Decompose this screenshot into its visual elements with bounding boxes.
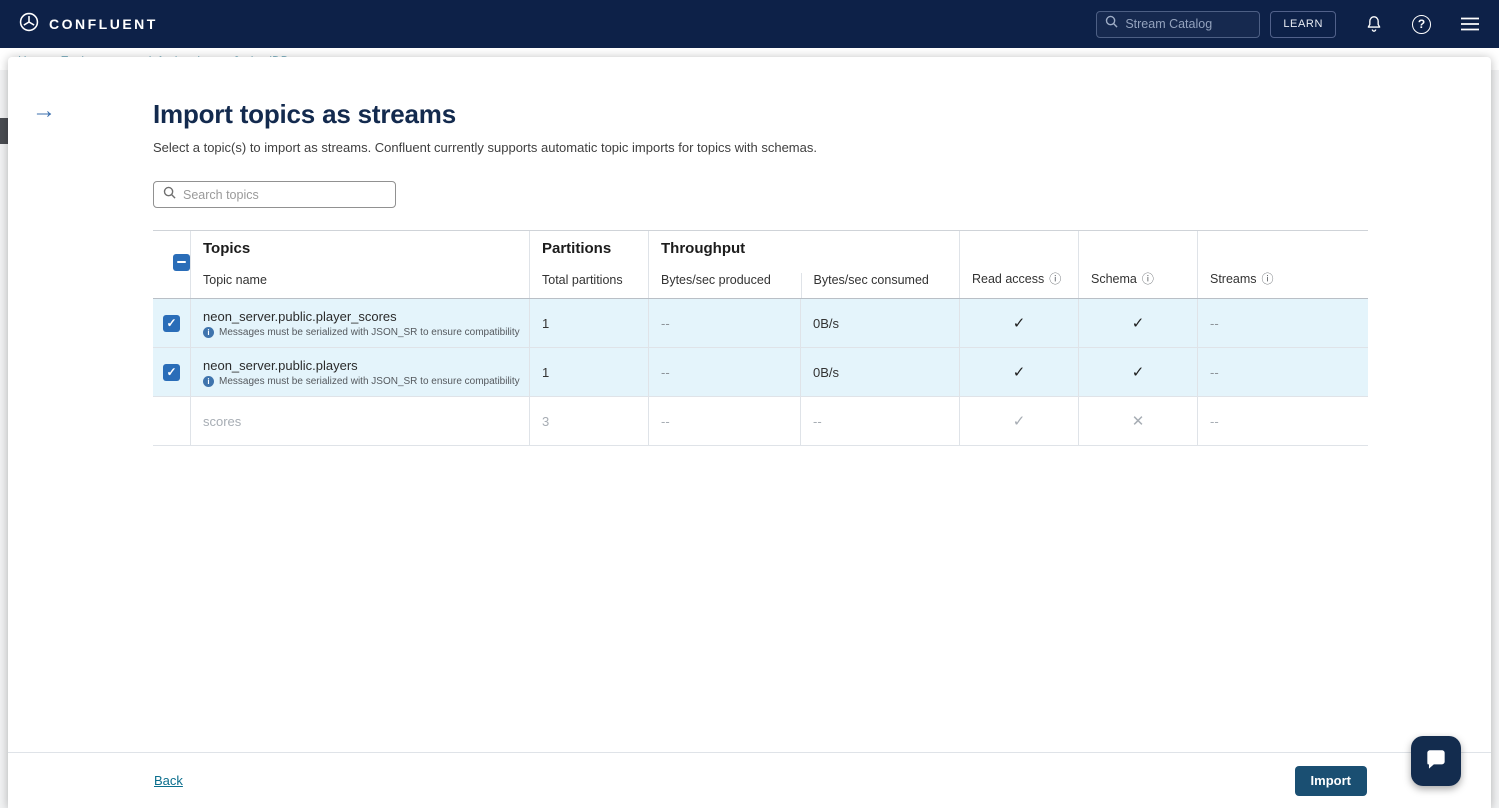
read-access-header-cell: Read access ⓘ (959, 231, 1078, 298)
topic-name-cell: scores (190, 397, 529, 445)
collapse-panel-arrow-icon[interactable]: → (32, 99, 56, 123)
info-icon: ⓘ (1142, 270, 1154, 287)
chat-widget-button[interactable] (1411, 736, 1461, 786)
read-access-column-label: Read access (972, 272, 1044, 286)
streams-header-cell: Streams ⓘ (1197, 231, 1368, 298)
consumed-cell: 0B/s (800, 348, 959, 396)
confluent-logo-icon (18, 11, 40, 38)
page-title: Import topics as streams (153, 99, 1491, 130)
indeterminate-mark (177, 261, 186, 263)
partitions-header-cell: Partitions Total partitions (529, 231, 648, 298)
read-access-cell: ✓ (959, 348, 1078, 396)
read-access-cell: ✓ (959, 397, 1078, 445)
streams-cell: -- (1197, 348, 1368, 396)
import-button[interactable]: Import (1295, 766, 1367, 796)
throughput-group-label: Throughput (649, 231, 959, 257)
schema-cell: ✓ (1078, 348, 1197, 396)
stream-catalog-search-input[interactable] (1125, 17, 1235, 31)
partitions-cell: 1 (529, 299, 648, 347)
panel-content: Import topics as streams Select a topic(… (8, 57, 1491, 446)
consumed-column-label: Bytes/sec consumed (801, 273, 959, 298)
topic-name-cell: neon_server.public.players i Messages mu… (190, 348, 529, 396)
produced-cell: -- (648, 348, 800, 396)
help-icon[interactable]: ? (1412, 15, 1431, 34)
top-navigation-bar: CONFLUENT LEARN ? (0, 0, 1499, 48)
produced-column-label: Bytes/sec produced (649, 273, 801, 298)
row-checkbox[interactable]: ✓ (163, 315, 180, 332)
info-icon: ⓘ (1262, 270, 1274, 287)
table-row: scores 3 -- -- ✓ ✕ -- (153, 397, 1368, 446)
schema-cell: ✕ (1078, 397, 1197, 445)
import-topics-panel: → Import topics as streams Select a topi… (8, 57, 1491, 808)
table-row[interactable]: ✓ neon_server.public.player_scores i Mes… (153, 299, 1368, 348)
schema-header-cell: Schema ⓘ (1078, 231, 1197, 298)
streams-cell: -- (1197, 299, 1368, 347)
stream-catalog-search[interactable] (1096, 11, 1260, 38)
topic-search-box[interactable] (153, 181, 396, 208)
chat-bubble-icon (1423, 747, 1449, 776)
consumed-cell: -- (800, 397, 959, 445)
info-icon: i (203, 327, 214, 338)
search-icon (163, 186, 176, 204)
check-icon: ✓ (166, 317, 176, 329)
row-checkbox-cell (153, 397, 190, 445)
info-icon: i (203, 376, 214, 387)
row-checkbox-cell: ✓ (153, 299, 190, 347)
schema-column-label: Schema (1091, 272, 1137, 286)
search-icon (1105, 15, 1118, 33)
topics-group-label: Topics (203, 240, 529, 257)
confluent-brand[interactable]: CONFLUENT (18, 11, 158, 38)
partitions-cell: 3 (529, 397, 648, 445)
back-link[interactable]: Back (154, 773, 183, 788)
row-checkbox[interactable]: ✓ (163, 364, 180, 381)
produced-cell: -- (648, 299, 800, 347)
table-row[interactable]: ✓ neon_server.public.players i Messages … (153, 348, 1368, 397)
consumed-cell: 0B/s (800, 299, 959, 347)
throughput-subcolumns: Bytes/sec produced Bytes/sec consumed (649, 273, 959, 298)
topic-name-cell: neon_server.public.player_scores i Messa… (190, 299, 529, 347)
row-checkbox-cell: ✓ (153, 348, 190, 396)
total-partitions-column-label: Total partitions (542, 273, 648, 287)
topic-name-column-label: Topic name (203, 273, 529, 287)
partitions-group-label: Partitions (542, 240, 648, 257)
menu-hamburger-icon[interactable] (1459, 16, 1481, 32)
serialization-note: i Messages must be serialized with JSON_… (203, 327, 520, 338)
check-icon: ✓ (166, 366, 176, 378)
notifications-bell-icon[interactable] (1364, 14, 1384, 34)
panel-footer: Back Import (8, 752, 1491, 808)
select-all-cell (153, 231, 190, 298)
streams-column-label: Streams (1210, 272, 1257, 286)
brand-name: CONFLUENT (49, 16, 158, 32)
select-all-checkbox[interactable] (173, 254, 190, 271)
info-icon: ⓘ (1049, 270, 1061, 287)
throughput-header-cell: Throughput Bytes/sec produced Bytes/sec … (648, 231, 959, 298)
streams-cell: -- (1197, 397, 1368, 445)
produced-cell: -- (648, 397, 800, 445)
topics-table: Topics Topic name Partitions Total parti… (153, 230, 1368, 446)
serialization-note: i Messages must be serialized with JSON_… (203, 376, 520, 387)
partitions-cell: 1 (529, 348, 648, 396)
topics-header-cell: Topics Topic name (190, 231, 529, 298)
topic-search-input[interactable] (183, 188, 373, 202)
table-header: Topics Topic name Partitions Total parti… (153, 231, 1368, 299)
schema-cell: ✓ (1078, 299, 1197, 347)
panel-body: → Import topics as streams Select a topi… (8, 57, 1491, 752)
learn-button[interactable]: LEARN (1270, 11, 1336, 38)
read-access-cell: ✓ (959, 299, 1078, 347)
page-subtitle: Select a topic(s) to import as streams. … (153, 140, 1491, 155)
